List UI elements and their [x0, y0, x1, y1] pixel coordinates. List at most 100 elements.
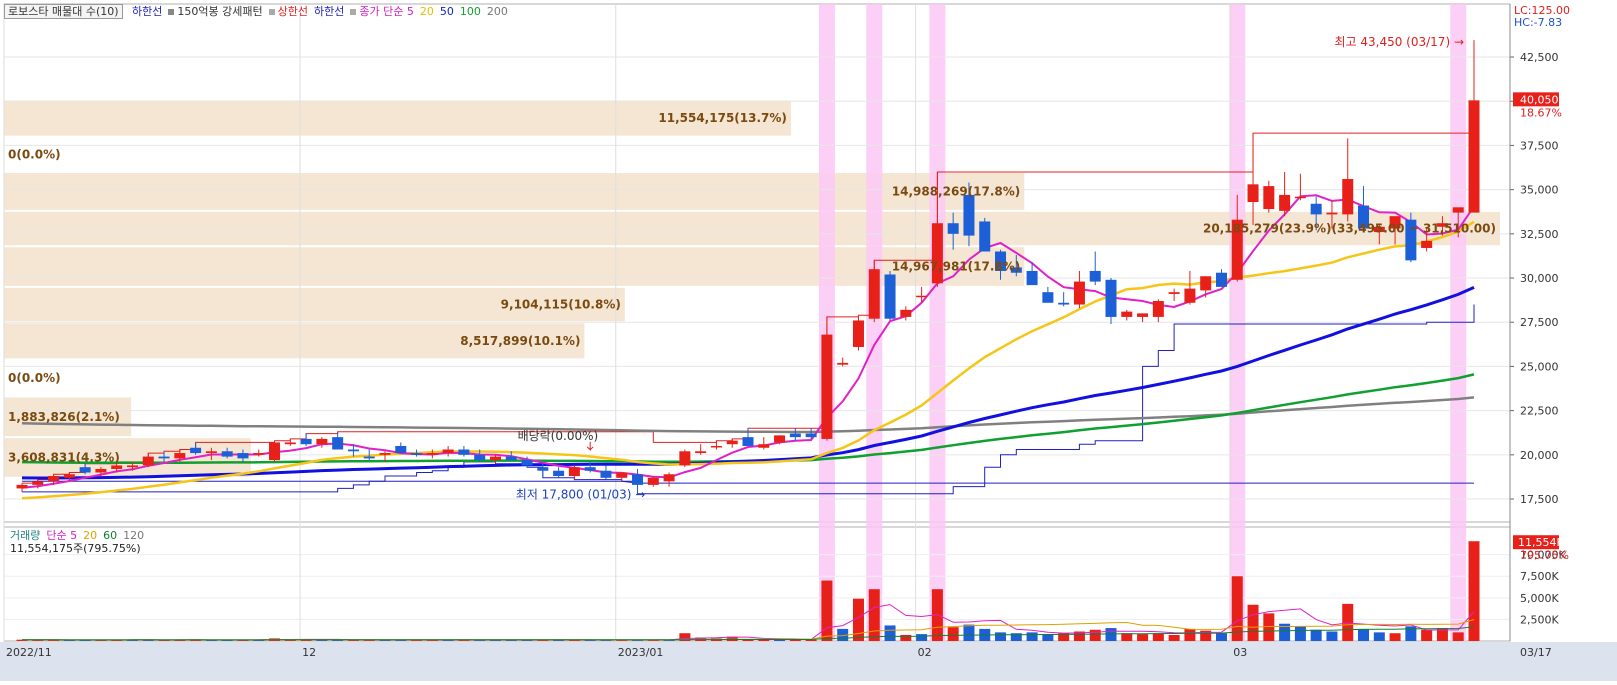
candle-down [1310, 203, 1322, 215]
price-legend-item[interactable]: 100 [460, 5, 481, 18]
volume-profile-label: 0(0.0%) [8, 371, 61, 385]
candle-up [126, 465, 138, 468]
candle-up [710, 445, 722, 448]
candle-down [979, 221, 991, 252]
candle-up [16, 484, 28, 489]
candle-down [947, 223, 959, 234]
candle-up [931, 223, 943, 284]
price-tick-label: 35,000 [1520, 184, 1559, 197]
candle-down [600, 470, 612, 478]
candle-up [32, 481, 44, 485]
candle-up [647, 477, 659, 485]
volume-profile-label: 8,517,899(10.1%) [460, 334, 580, 348]
price-tick-label: 22,500 [1520, 405, 1559, 418]
price-legend-item[interactable]: 20 [420, 5, 434, 18]
volume-profile-label: 3,608,831(4.3%) [8, 450, 120, 464]
candle-up [95, 468, 107, 473]
candle-up [663, 474, 675, 482]
chart-window: 11,554,175(13.7%) 0(0.0%) 14,988,269(17.8%… [0, 0, 1617, 681]
candle-down [521, 460, 533, 466]
candle-up [1421, 240, 1433, 248]
volume-bar [916, 634, 928, 641]
volume-bar [1468, 541, 1480, 641]
candle-up [253, 453, 265, 455]
candle-up [1468, 100, 1480, 213]
high-annotation: 최고 43,450 (03/17) → [1334, 35, 1464, 49]
candle-up [837, 362, 849, 365]
candle-up [758, 444, 770, 448]
volume-bar [1042, 634, 1054, 641]
volume-bar [1168, 634, 1180, 641]
candle-up [379, 453, 391, 455]
candle-down [1042, 292, 1054, 303]
candle-up [489, 456, 501, 461]
price-legend-label: 150억봉 강세패턴 [177, 5, 263, 18]
price-legend-label: 200 [486, 5, 508, 18]
volume-profile-label: 9,104,115(10.8%) [501, 298, 621, 312]
last-volume-tag-pct: 795.75% [1520, 549, 1569, 562]
candle-down [237, 453, 249, 459]
legend-square-icon [268, 9, 275, 15]
price-tick-label: 32,500 [1520, 228, 1559, 241]
volume-bar [1137, 634, 1149, 641]
candle-up [868, 269, 880, 319]
volume-bar [1247, 604, 1259, 641]
candle-up [269, 442, 281, 461]
candle-down [1105, 279, 1117, 317]
candle-up [774, 435, 786, 443]
candle-down [1026, 270, 1038, 286]
volume-bar [1152, 633, 1164, 641]
price-legend-item[interactable]: 50 [440, 5, 454, 18]
candle-up [174, 453, 186, 459]
x-tick-label: 02 [918, 646, 932, 659]
volume-bar [1358, 628, 1370, 641]
hc-label: HC:-7.83 [1514, 16, 1563, 29]
price-tick-label: 37,500 [1520, 139, 1559, 152]
x-tick-label: 2022/11 [6, 646, 52, 659]
price-tick-label: 30,000 [1520, 272, 1559, 285]
price-legend-item[interactable]: 종가 단순 5 [350, 5, 414, 18]
price-legend-item[interactable]: 하한선 [314, 5, 344, 18]
volume-bar [1294, 626, 1306, 641]
candle-up [1263, 186, 1275, 210]
candle-up [1247, 184, 1259, 203]
dividend-annotation: 배당락(0.00%) [518, 429, 599, 443]
volume-bar [1342, 603, 1354, 641]
candle-up [48, 476, 60, 482]
candle-down [805, 433, 817, 438]
candle-down [742, 437, 754, 446]
candle-up [568, 467, 580, 477]
volume-bar [1089, 629, 1101, 641]
price-legend-item[interactable]: 150억봉 강세패턴 [168, 5, 263, 18]
price-tick-label: 42,500 [1520, 51, 1559, 64]
candle-up [1121, 311, 1133, 317]
indicator-box-label[interactable]: 로보스타 매물대 수(10) [4, 4, 123, 19]
volume-profile-label: 14,967,981(17.8%) [892, 260, 1021, 274]
volume-bar [1326, 631, 1338, 641]
candle-down [190, 447, 202, 454]
volume-profile-label: 14,988,269(17.8%) [892, 184, 1021, 198]
candle-down [347, 449, 359, 452]
candle-up [1294, 196, 1306, 199]
volume-tick-label: 7,500K [1520, 570, 1559, 583]
x-tick-label: 2023/01 [618, 646, 664, 659]
last-price-tag-value: 40,050 [1520, 93, 1559, 106]
price-legend-label: 종가 단순 5 [359, 5, 414, 18]
candle-up [111, 465, 123, 469]
candle-up [679, 451, 691, 466]
volume-tick-label: 5,000K [1520, 592, 1559, 605]
candle-down [1215, 272, 1227, 287]
volume-bar [1105, 628, 1117, 641]
candle-up [695, 451, 707, 454]
price-legend-label: 50 [439, 5, 454, 18]
candle-down [584, 467, 596, 471]
volume-value-line: 11,554,175주(795.75%) [10, 542, 141, 555]
volume-bar [900, 634, 912, 641]
price-legend-item[interactable]: 상한선 [268, 5, 308, 18]
volume-bar [821, 580, 833, 641]
candle-up [205, 451, 217, 454]
price-legend-item[interactable]: 하한선 [132, 5, 162, 18]
candle-up [1168, 292, 1180, 294]
price-legend-item[interactable]: 200 [487, 5, 508, 18]
candle-up [316, 438, 328, 445]
